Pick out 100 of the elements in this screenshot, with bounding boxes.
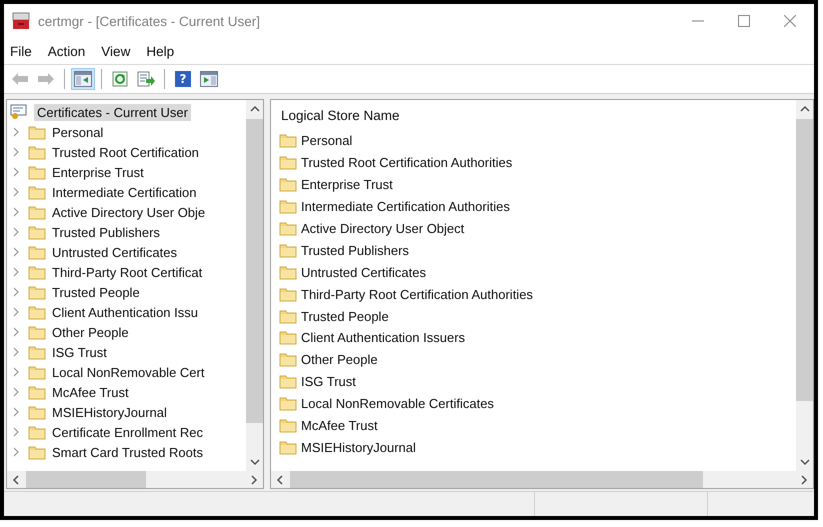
- list-item[interactable]: Active Directory User Object: [301, 221, 464, 236]
- scroll-left-icon[interactable]: [12, 474, 20, 484]
- help-button[interactable]: ?: [171, 68, 195, 90]
- scrollbar-thumb[interactable]: [290, 471, 704, 488]
- folder-icon: [28, 344, 46, 360]
- folder-icon: [28, 444, 46, 460]
- tree-item[interactable]: Certificates - Current User: [34, 104, 191, 120]
- tree-item[interactable]: Trusted Root Certification: [52, 144, 199, 160]
- tree-item[interactable]: Certificate Enrollment Rec: [52, 424, 203, 440]
- list-item[interactable]: Personal: [301, 133, 352, 148]
- tree-item[interactable]: Smart Card Trusted Roots: [52, 444, 203, 460]
- folder-icon: [28, 404, 46, 420]
- chevron-icon[interactable]: [12, 247, 20, 257]
- tree-item[interactable]: McAfee Trust: [52, 384, 129, 400]
- tree-item[interactable]: Active Directory User Obje: [52, 204, 206, 220]
- menu-item[interactable]: View: [101, 44, 130, 58]
- folder-icon: [279, 418, 297, 434]
- folder-icon: [279, 286, 297, 302]
- chevron-icon[interactable]: [12, 287, 20, 297]
- close-icon[interactable]: [784, 15, 796, 27]
- folder-icon: [28, 124, 46, 140]
- scroll-right-icon[interactable]: [800, 474, 808, 484]
- chevron-icon[interactable]: [12, 127, 20, 137]
- list-item[interactable]: Client Authentication Issuers: [301, 330, 466, 346]
- action-pane-button[interactable]: [197, 68, 221, 90]
- list-item[interactable]: Trusted Root Certification Authorities: [301, 155, 512, 170]
- list-item[interactable]: MSIEHistoryJournal: [301, 440, 416, 455]
- tree-item[interactable]: Trusted Publishers: [52, 224, 160, 240]
- chevron-icon[interactable]: [12, 307, 20, 317]
- column-header[interactable]: Logical Store Name: [279, 100, 796, 130]
- tree-item[interactable]: Intermediate Certification: [52, 184, 197, 200]
- scroll-down-icon[interactable]: [250, 458, 260, 466]
- scrollbar-thumb[interactable]: [796, 119, 813, 401]
- horizontal-scrollbar[interactable]: [7, 471, 263, 488]
- chevron-icon[interactable]: [12, 447, 20, 457]
- folder-icon: [28, 284, 46, 300]
- list-item[interactable]: Trusted People: [301, 308, 389, 324]
- chevron-icon[interactable]: [12, 267, 20, 277]
- list-item[interactable]: Third-Party Root Certification Authorities: [301, 286, 533, 302]
- menu-item[interactable]: Action: [48, 44, 86, 58]
- list-item[interactable]: Other People: [301, 352, 378, 368]
- menu-item[interactable]: File: [10, 44, 32, 58]
- chevron-icon[interactable]: [12, 387, 20, 397]
- tree-item[interactable]: Client Authentication Issu: [52, 304, 198, 320]
- folder-icon: [28, 144, 46, 160]
- vertical-scrollbar[interactable]: [246, 100, 263, 471]
- scroll-up-icon[interactable]: [800, 105, 810, 113]
- list-item[interactable]: Intermediate Certification Authorities: [301, 199, 510, 214]
- chevron-icon[interactable]: [12, 187, 20, 197]
- tree-item[interactable]: Local NonRemovable Cert: [52, 364, 204, 380]
- folder-icon: [279, 155, 297, 170]
- scroll-up-icon[interactable]: [250, 105, 260, 113]
- pane-window-icon: [74, 71, 92, 87]
- tree-item[interactable]: Personal: [52, 124, 104, 140]
- arrow-right-icon: [37, 72, 55, 86]
- list-item[interactable]: Local NonRemovable Certificates: [301, 396, 494, 412]
- folder-icon: [28, 424, 46, 440]
- tree-item[interactable]: Untrusted Certificates: [52, 244, 177, 260]
- folder-icon: [279, 440, 297, 455]
- scrollbar-thumb[interactable]: [26, 471, 146, 488]
- vertical-scrollbar[interactable]: [796, 100, 813, 471]
- list-item[interactable]: Enterprise Trust: [301, 177, 393, 192]
- tree-item[interactable]: Enterprise Trust: [52, 164, 144, 180]
- folder-icon: [28, 224, 46, 240]
- chevron-icon[interactable]: [12, 147, 20, 157]
- console-tree-button[interactable]: [71, 68, 95, 90]
- scrollbar-thumb[interactable]: [246, 119, 263, 423]
- folder-icon: [279, 221, 297, 236]
- tree-item[interactable]: MSIEHistoryJournal: [52, 404, 167, 420]
- tree-item[interactable]: ISG Trust: [52, 344, 107, 360]
- chevron-icon[interactable]: [12, 427, 20, 437]
- tree-item[interactable]: Trusted People: [52, 284, 140, 300]
- arrow-left-icon: [11, 72, 29, 86]
- chevron-icon[interactable]: [12, 347, 20, 357]
- horizontal-scrollbar[interactable]: [271, 471, 813, 488]
- folder-icon: [28, 184, 46, 200]
- chevron-icon[interactable]: [12, 167, 20, 177]
- chevron-icon[interactable]: [12, 227, 20, 237]
- list-item[interactable]: McAfee Trust: [301, 418, 378, 434]
- folder-icon: [28, 264, 46, 280]
- folder-icon: [28, 364, 46, 380]
- maximize-icon[interactable]: [738, 15, 750, 27]
- folder-icon: [279, 352, 297, 368]
- tree-item[interactable]: Other People: [52, 324, 129, 340]
- chevron-icon[interactable]: [12, 407, 20, 417]
- list-arrow-icon: [137, 71, 155, 87]
- certificate-icon: [10, 104, 28, 120]
- scroll-right-icon[interactable]: [250, 474, 258, 484]
- scroll-down-icon[interactable]: [800, 458, 810, 466]
- folder-icon: [279, 308, 297, 324]
- chevron-icon[interactable]: [12, 367, 20, 377]
- menu-item[interactable]: Help: [146, 44, 174, 58]
- chevron-icon[interactable]: [12, 327, 20, 337]
- list-item[interactable]: Trusted Publishers: [301, 242, 409, 258]
- list-item[interactable]: Untrusted Certificates: [301, 264, 426, 280]
- tree-item[interactable]: Third-Party Root Certificat: [52, 264, 202, 280]
- list-item[interactable]: ISG Trust: [301, 374, 356, 390]
- scroll-left-icon[interactable]: [276, 474, 284, 484]
- chevron-icon[interactable]: [12, 207, 20, 217]
- folder-icon: [28, 324, 46, 340]
